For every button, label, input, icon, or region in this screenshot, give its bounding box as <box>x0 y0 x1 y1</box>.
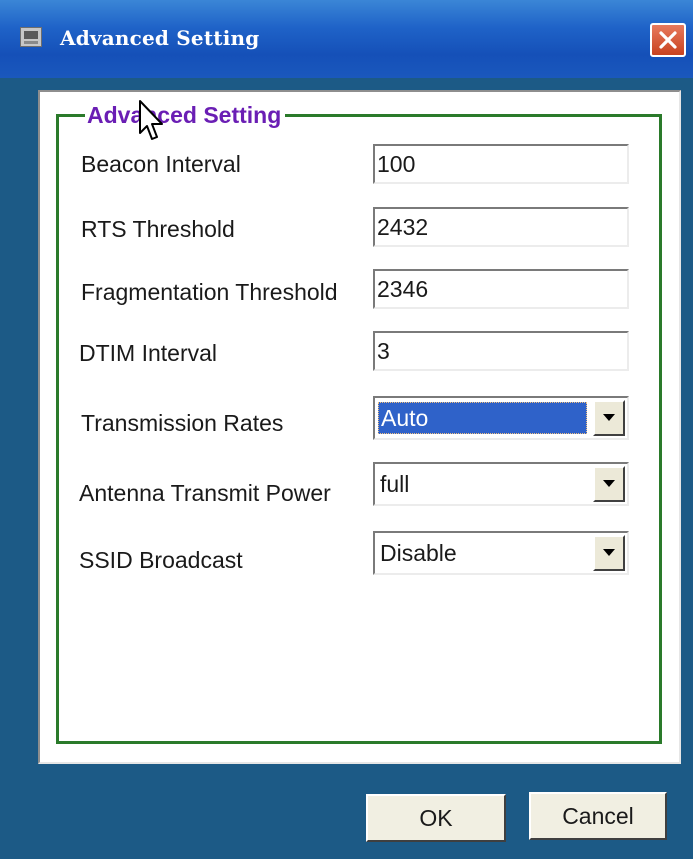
cancel-button[interactable]: Cancel <box>529 792 667 840</box>
window-title: Advanced Setting <box>60 26 260 50</box>
transmission-rates-select[interactable]: Auto <box>373 396 629 440</box>
dtim-interval-label: DTIM Interval <box>79 340 218 366</box>
title-bar[interactable]: Advanced Setting <box>0 0 693 78</box>
close-icon <box>659 31 677 49</box>
transmission-rates-value: Auto <box>378 402 587 434</box>
chevron-down-icon <box>603 414 615 421</box>
rts-threshold-label: RTS Threshold <box>81 216 235 242</box>
fragmentation-threshold-input[interactable] <box>373 269 629 309</box>
beacon-interval-label: Beacon Interval <box>81 151 241 177</box>
dtim-interval-input[interactable] <box>373 331 629 371</box>
antenna-transmit-power-label: Antenna Transmit Power <box>79 480 331 506</box>
antenna-transmit-power-dropdown-button[interactable] <box>593 466 625 502</box>
rts-threshold-input[interactable] <box>373 207 629 247</box>
transmission-rates-dropdown-button[interactable] <box>593 400 625 436</box>
close-button[interactable] <box>650 23 686 57</box>
ssid-broadcast-dropdown-button[interactable] <box>593 535 625 571</box>
beacon-interval-input[interactable] <box>373 144 629 184</box>
antenna-transmit-power-value: full <box>380 471 410 497</box>
mouse-pointer-icon <box>139 100 163 140</box>
app-window-icon <box>20 27 42 47</box>
group-title: Advanced Setting <box>85 101 286 129</box>
advanced-setting-dialog: Advanced Setting Advanced Setting Beacon… <box>0 0 693 859</box>
ssid-broadcast-label: SSID Broadcast <box>79 547 243 573</box>
fragmentation-threshold-label: Fragmentation Threshold <box>81 279 338 305</box>
ssid-broadcast-value: Disable <box>380 540 457 566</box>
transmission-rates-label: Transmission Rates <box>81 410 284 436</box>
ssid-broadcast-select[interactable]: Disable <box>373 531 629 575</box>
chevron-down-icon <box>603 549 615 556</box>
ok-button[interactable]: OK <box>366 794 506 842</box>
antenna-transmit-power-select[interactable]: full <box>373 462 629 506</box>
chevron-down-icon <box>603 480 615 487</box>
